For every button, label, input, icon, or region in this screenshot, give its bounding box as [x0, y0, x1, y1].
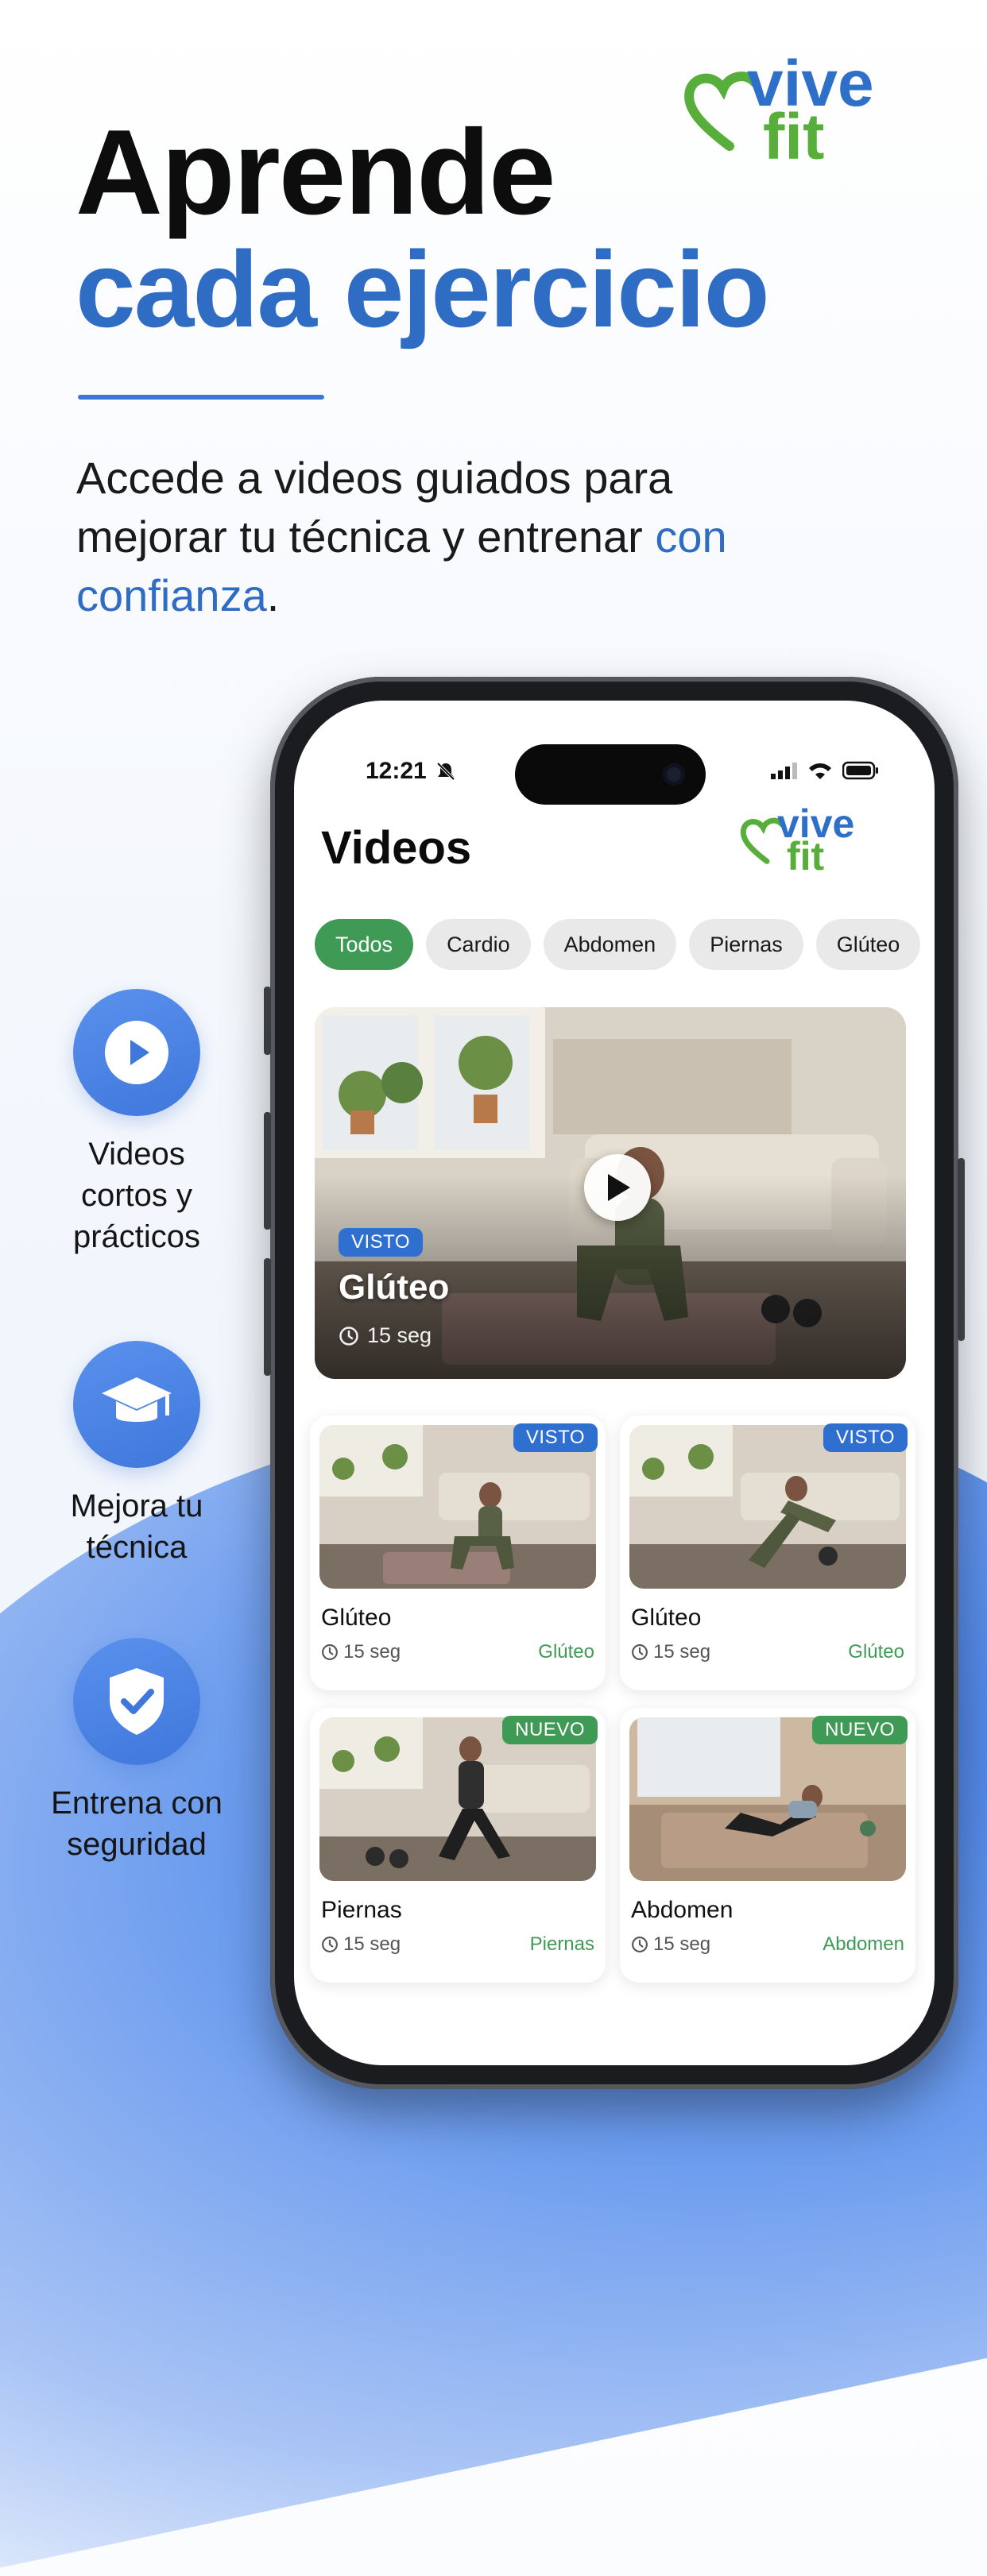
play-icon: [608, 1174, 630, 1201]
video-title: Abdomen: [631, 1897, 733, 1923]
graduation-cap-icon: [102, 1377, 172, 1422]
video-card[interactable]: NUEVO Abdomen 15 seg Abdomen: [620, 1708, 915, 1983]
feature-short-videos: Videos cortos y prácticos: [10, 989, 264, 1257]
duration-text: 15 seg: [343, 1641, 401, 1663]
app-logo: vive fit: [739, 804, 854, 879]
filter-chip-gluteo[interactable]: Glúteo: [815, 919, 921, 970]
status-badge: NUEVO: [812, 1716, 908, 1744]
brand-word-2: fit: [787, 834, 825, 879]
headline-line-2: cada ejercicio: [75, 229, 770, 350]
featured-video-duration: 15 seg: [339, 1323, 432, 1348]
filter-chips: Todos Cardio Abdomen Piernas Glúteo: [315, 919, 921, 970]
phone-button: [264, 1258, 271, 1376]
play-button[interactable]: [584, 1154, 651, 1221]
video-duration: 15 seg: [321, 1933, 401, 1956]
headline-line-1: Aprende: [75, 105, 556, 240]
subtitle-text: Accede a videos guiados para mejorar tu …: [76, 453, 673, 562]
duration-text: 15 seg: [367, 1323, 432, 1347]
featured-video-title: Glúteo: [339, 1268, 450, 1307]
play-icon: [105, 1021, 168, 1084]
video-category: Glúteo: [848, 1641, 904, 1663]
headline: Aprende cada ejercicio: [75, 105, 770, 350]
page-title: Videos: [321, 822, 472, 874]
clock-icon: [632, 1644, 648, 1660]
dynamic-island: [515, 744, 706, 805]
featured-video-card[interactable]: VISTO Glúteo 15 seg: [315, 1007, 906, 1379]
feature-label: Entrena con seguridad: [51, 1786, 223, 1862]
video-card[interactable]: VISTO Glúteo 15 seg Glúteo: [620, 1415, 915, 1690]
video-category: Piernas: [529, 1933, 594, 1955]
feature-circle: [73, 989, 200, 1116]
video-card[interactable]: VISTO Glúteo 15 seg Glúteo: [310, 1415, 606, 1690]
signal-icon: [771, 763, 797, 779]
phone-button: [958, 1158, 965, 1341]
feature-circle: [73, 1341, 200, 1468]
filter-chip-todos[interactable]: Todos: [315, 919, 414, 970]
bell-off-icon: [436, 762, 455, 781]
duration-text: 15 seg: [653, 1933, 711, 1955]
video-title: Glúteo: [631, 1605, 702, 1631]
video-duration: 15 seg: [321, 1641, 401, 1663]
battery-icon: [842, 761, 878, 780]
status-badge: VISTO: [513, 1423, 598, 1452]
brand-word-2: fit: [763, 101, 825, 174]
headline-divider: [78, 395, 324, 400]
status-badge: VISTO: [822, 1423, 908, 1452]
duration-text: 15 seg: [343, 1933, 401, 1955]
feature-label: Mejora tu técnica: [70, 1489, 203, 1565]
filter-chip-cardio[interactable]: Cardio: [426, 919, 531, 970]
shield-check-icon: [110, 1668, 164, 1735]
filter-chip-abdomen[interactable]: Abdomen: [543, 919, 677, 970]
feature-circle: [73, 1638, 200, 1765]
feature-technique: Mejora tu técnica: [10, 1341, 264, 1568]
video-title: Glúteo: [321, 1605, 392, 1631]
wifi-icon: [809, 763, 831, 779]
video-duration: 15 seg: [631, 1641, 710, 1663]
video-duration: 15 seg: [631, 1933, 710, 1956]
clock-icon: [322, 1644, 338, 1660]
phone-button: [264, 987, 271, 1055]
feature-label: Videos cortos y prácticos: [72, 1137, 201, 1254]
phone-button: [264, 1112, 271, 1230]
subtitle-end: .: [266, 570, 280, 620]
status-icons: [771, 761, 879, 780]
duration-text: 15 seg: [653, 1641, 711, 1663]
subtitle: Accede a videos guiados para mejorar tu …: [76, 449, 792, 625]
phone-screen: 12:21 Videos vive fit Todos Cardio Abdom…: [294, 701, 935, 2065]
status-time: 12:21: [366, 758, 427, 784]
status-badge: VISTO: [339, 1228, 424, 1257]
video-category: Glúteo: [538, 1641, 594, 1663]
phone-mockup: 12:21 Videos vive fit Todos Cardio Abdom…: [264, 677, 965, 2089]
clock-icon: [339, 1326, 358, 1346]
video-category: Abdomen: [822, 1933, 904, 1955]
camera-icon: [663, 763, 685, 786]
filter-chip-piernas[interactable]: Piernas: [689, 919, 803, 970]
feature-safety: Entrena con seguridad: [10, 1638, 264, 1865]
status-badge: NUEVO: [502, 1716, 598, 1744]
video-title: Piernas: [321, 1897, 402, 1923]
clock-icon: [322, 1937, 338, 1952]
video-card[interactable]: NUEVO Piernas 15 seg Piernas: [310, 1708, 606, 1983]
clock-icon: [632, 1937, 648, 1952]
